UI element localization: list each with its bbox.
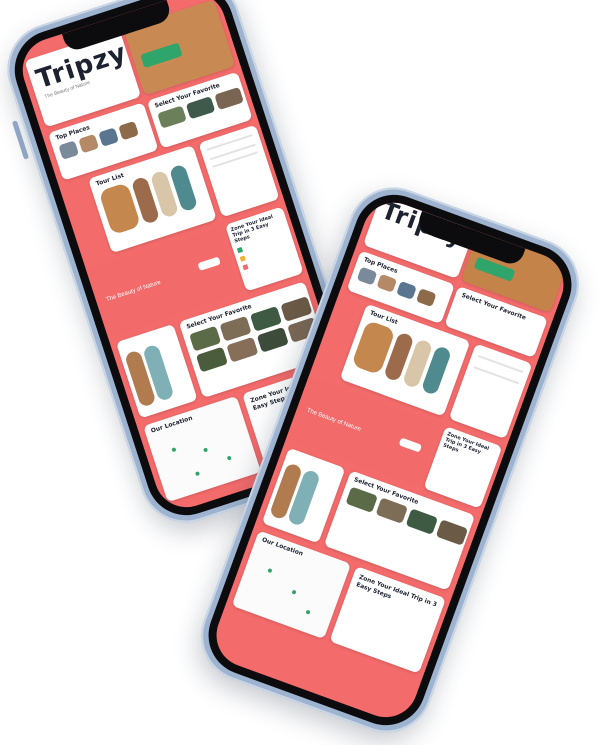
favorite-thumb	[214, 86, 244, 111]
steps-title-r: Zone Your Ideal Trip in 3 Easy Steps	[442, 431, 490, 456]
map-pin[interactable]	[267, 568, 273, 574]
map-pin[interactable]	[291, 589, 297, 595]
banner-text: The Beauty of Nature	[105, 279, 162, 304]
favorite-thumb	[345, 486, 378, 513]
place-thumb	[98, 127, 120, 147]
favorite-thumb	[256, 326, 289, 353]
banner-button-r[interactable]	[398, 437, 423, 453]
place-thumb	[58, 140, 80, 160]
favorite-thumb	[405, 508, 439, 535]
favorite-thumb	[157, 105, 187, 129]
map-pin[interactable]	[171, 447, 177, 453]
map-pin[interactable]	[194, 471, 200, 477]
map-pin[interactable]	[203, 447, 209, 453]
place-thumb	[396, 280, 417, 300]
place-thumb	[376, 273, 398, 293]
list-line	[212, 151, 259, 168]
hero-badge	[140, 42, 183, 69]
favorite-thumb	[226, 336, 259, 363]
favorite-thumb	[435, 519, 469, 546]
map-pin[interactable]	[226, 455, 232, 461]
favorite-thumb	[195, 346, 229, 373]
banner-text-r: The Beauty of Nature	[305, 407, 362, 433]
favorite-thumb	[185, 96, 216, 120]
map-pin[interactable]	[305, 609, 311, 615]
place-thumb	[78, 133, 100, 154]
favorite-thumb	[375, 497, 409, 524]
banner-button[interactable]	[197, 256, 221, 271]
place-thumb	[118, 120, 140, 141]
steps-card-r: Zone Your Ideal Trip in 3 Easy Steps	[423, 426, 503, 509]
steps-card: Zone Your Ideal Trip in 3 Easy Steps	[224, 206, 304, 292]
place-thumb	[356, 266, 378, 286]
place-thumb	[415, 288, 437, 308]
